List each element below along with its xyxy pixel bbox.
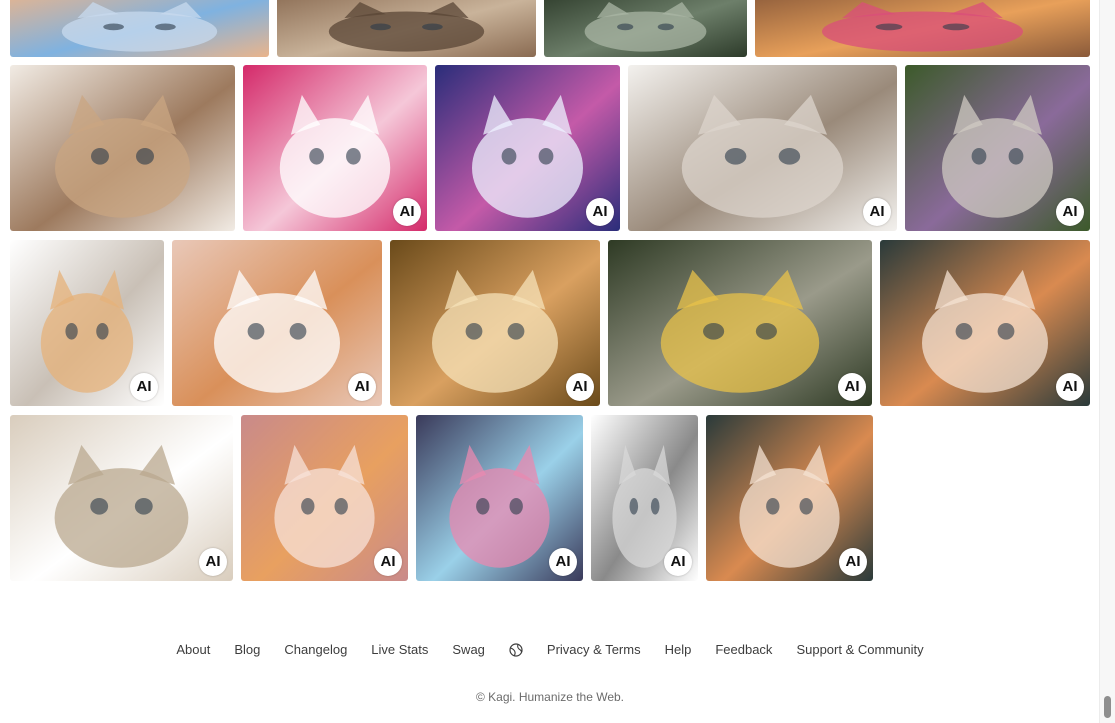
globe-icon[interactable]: [509, 642, 523, 657]
kitten-photo: [10, 0, 269, 57]
ai-generated-badge: AI: [1056, 198, 1084, 226]
kitten-photo: [628, 65, 897, 231]
image-result-thumbnail[interactable]: AI: [880, 240, 1090, 406]
ai-generated-badge: AI: [1056, 373, 1084, 401]
image-result-thumbnail[interactable]: AI: [608, 240, 872, 406]
image-result-thumbnail[interactable]: [755, 0, 1090, 57]
image-result-thumbnail[interactable]: [544, 0, 747, 57]
ai-generated-badge: AI: [566, 373, 594, 401]
ai-generated-badge: AI: [664, 548, 692, 576]
kitten-photo: [755, 0, 1090, 57]
image-result-thumbnail[interactable]: AI: [628, 65, 897, 231]
footer-link-changelog[interactable]: Changelog: [284, 642, 347, 657]
image-result-thumbnail[interactable]: AI: [172, 240, 382, 406]
kitten-photo: [277, 0, 536, 57]
image-result-thumbnail[interactable]: AI: [591, 415, 698, 581]
footer-link-privacy-terms[interactable]: Privacy & Terms: [547, 642, 641, 657]
ai-generated-badge: AI: [838, 373, 866, 401]
ai-generated-badge: AI: [130, 373, 158, 401]
image-result-thumbnail[interactable]: AI: [435, 65, 620, 231]
ai-generated-badge: AI: [549, 548, 577, 576]
scrollbar-thumb[interactable]: [1104, 696, 1111, 718]
image-results-page: AI AI AI AI AI AI AI AI AI AI AI AI AI AI About Blog …: [0, 0, 1115, 723]
image-result-thumbnail[interactable]: AI: [243, 65, 427, 231]
image-result-thumbnail[interactable]: AI: [706, 415, 873, 581]
image-result-thumbnail[interactable]: [277, 0, 536, 57]
kitten-photo: [544, 0, 747, 57]
image-result-thumbnail[interactable]: [10, 65, 235, 231]
footer-link-feedback[interactable]: Feedback: [715, 642, 772, 657]
image-result-thumbnail[interactable]: AI: [416, 415, 583, 581]
ai-generated-badge: AI: [348, 373, 376, 401]
image-result-thumbnail[interactable]: AI: [905, 65, 1090, 231]
footer-link-about[interactable]: About: [176, 642, 210, 657]
footer-nav: About Blog Changelog Live Stats Swag Pri…: [0, 642, 1100, 657]
copyright-text: © Kagi. Humanize the Web.: [475, 690, 625, 704]
ai-generated-badge: AI: [839, 548, 867, 576]
vertical-scrollbar[interactable]: [1099, 0, 1115, 723]
ai-generated-badge: AI: [199, 548, 227, 576]
footer-link-help[interactable]: Help: [665, 642, 692, 657]
footer-link-support-community[interactable]: Support & Community: [796, 642, 923, 657]
image-result-thumbnail[interactable]: [10, 0, 269, 57]
footer-link-live-stats[interactable]: Live Stats: [371, 642, 428, 657]
image-result-thumbnail[interactable]: AI: [10, 415, 233, 581]
ai-generated-badge: AI: [863, 198, 891, 226]
ai-generated-badge: AI: [374, 548, 402, 576]
kitten-photo: [10, 65, 235, 231]
ai-generated-badge: AI: [586, 198, 614, 226]
kitten-photo: [608, 240, 872, 406]
ai-generated-badge: AI: [393, 198, 421, 226]
footer-link-swag[interactable]: Swag: [452, 642, 485, 657]
image-result-thumbnail[interactable]: AI: [10, 240, 164, 406]
image-result-thumbnail[interactable]: AI: [241, 415, 408, 581]
image-result-thumbnail[interactable]: AI: [390, 240, 600, 406]
footer-link-blog[interactable]: Blog: [234, 642, 260, 657]
